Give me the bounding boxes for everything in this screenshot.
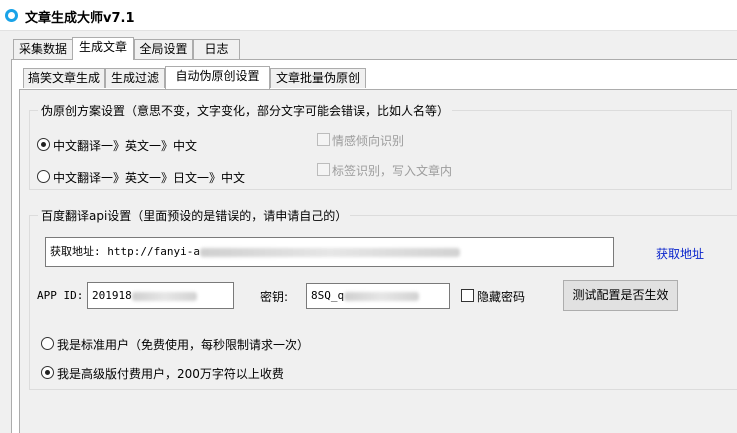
test-config-button[interactable]: 测试配置是否生效 <box>563 280 678 311</box>
emotion-recognition-checkbox[interactable] <box>317 133 330 146</box>
appid-field[interactable]: 201918 <box>87 282 234 309</box>
secret-text: 8SQ_q <box>311 289 345 302</box>
redacted-blur <box>199 247 460 257</box>
scheme-en-radio[interactable] <box>37 138 50 151</box>
main-tab-bar: 采集数据 生成文章 全局设置 日志 <box>0 37 737 60</box>
tab-funny-article[interactable]: 搞笑文章生成 <box>23 68 105 88</box>
tab-global-settings[interactable]: 全局设置 <box>134 39 193 59</box>
generate-article-panel: 搞笑文章生成 生成过滤 自动伪原创设置 文章批量伪原创 伪原创方案设置（意思不变… <box>11 59 737 433</box>
hide-secret-label[interactable]: 隐藏密码 <box>477 288 525 305</box>
window-title: 文章生成大师v7.1 <box>25 11 135 26</box>
tag-recognition-checkbox[interactable] <box>317 163 330 176</box>
app-icon <box>5 9 18 22</box>
auto-rewrite-settings-panel: 伪原创方案设置（意思不变，文字变化，部分文字可能会错误，比如人名等） 中文翻译一… <box>19 89 737 433</box>
sub-tab-bar: 搞笑文章生成 生成过滤 自动伪原创设置 文章批量伪原创 <box>23 66 723 90</box>
tab-auto-rewrite-settings[interactable]: 自动伪原创设置 <box>165 66 270 89</box>
scheme-en-ja-label[interactable]: 中文翻译一》英文一》日文一》中文 <box>53 169 245 186</box>
premium-user-label[interactable]: 我是高级版付费用户，200万字符以上收费 <box>57 365 284 382</box>
rewrite-scheme-group: 伪原创方案设置（意思不变，文字变化，部分文字可能会错误，比如人名等） 中文翻译一… <box>29 102 732 190</box>
tab-generate-filter[interactable]: 生成过滤 <box>105 68 165 88</box>
tab-collect-data[interactable]: 采集数据 <box>13 39 73 59</box>
premium-user-radio[interactable] <box>41 366 54 379</box>
secret-label: 密钥: <box>260 290 289 304</box>
secret-field[interactable]: 8SQ_q <box>306 283 450 309</box>
scheme-en-ja-radio[interactable] <box>37 170 50 183</box>
standard-user-label[interactable]: 我是标准用户（免费使用，每秒限制请求一次） <box>57 336 309 353</box>
appid-label: APP ID: <box>37 289 84 302</box>
api-url-text: 获取地址: http://fanyi-a <box>50 245 200 258</box>
tab-generate-article[interactable]: 生成文章 <box>72 37 134 60</box>
api-url-field[interactable]: 获取地址: http://fanyi-a <box>45 237 614 267</box>
baidu-api-title: 百度翻译api设置（里面预设的是错误的，请申请自己的） <box>38 207 351 224</box>
get-address-link[interactable]: 获取地址 <box>656 245 704 262</box>
standard-user-radio[interactable] <box>41 337 54 350</box>
appid-text: 201918 <box>92 289 132 302</box>
scheme-en-label[interactable]: 中文翻译一》英文一》中文 <box>53 137 197 154</box>
hide-secret-checkbox[interactable] <box>461 289 474 302</box>
tab-batch-rewrite[interactable]: 文章批量伪原创 <box>270 68 366 88</box>
redacted-blur <box>344 291 420 301</box>
tag-recognition-label: 标签识别，写入文章内 <box>332 164 453 178</box>
baidu-api-group: 百度翻译api设置（里面预设的是错误的，请申请自己的） 获取地址: http:/… <box>29 207 737 390</box>
emotion-recognition-label: 情感倾向识别 <box>332 134 405 148</box>
tab-log[interactable]: 日志 <box>193 39 240 59</box>
rewrite-scheme-title: 伪原创方案设置（意思不变，文字变化，部分文字可能会错误，比如人名等） <box>38 102 453 119</box>
redacted-blur <box>131 291 197 301</box>
title-bar: 文章生成大师v7.1 <box>0 0 737 31</box>
